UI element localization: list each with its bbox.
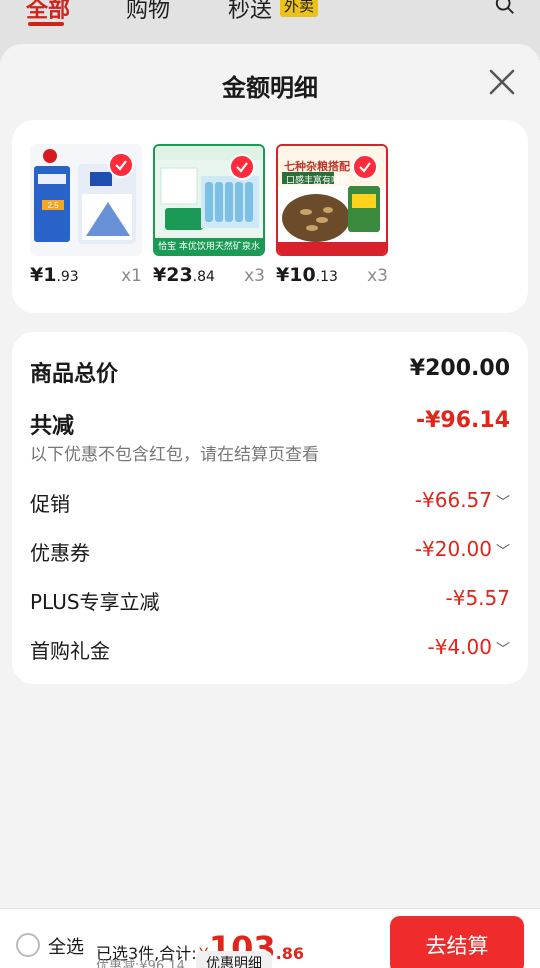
product-item-nuts[interactable]: 七种杂粮搭配 口感丰富有嚼劲 ¥10.13 x3 (276, 144, 388, 286)
close-icon[interactable] (488, 68, 516, 96)
first-purchase-label: 首购礼金 (30, 639, 110, 663)
discount-note: 以下优惠不包含红包，请在结算页查看 (30, 445, 319, 465)
nuts-promo-subtext: 口感丰富有嚼劲 (286, 176, 350, 186)
promotion-label: 促销 (30, 492, 70, 516)
discount-detail-chip[interactable]: 优惠明细 (196, 951, 272, 968)
product-quantity: x3 (367, 266, 388, 286)
svg-text:2.5: 2.5 (47, 201, 59, 210)
product-selected-check-icon[interactable] (352, 154, 378, 180)
promotion-value: -¥66.57 (414, 488, 492, 512)
coupon-value: -¥20.00 (414, 537, 492, 561)
product-price: ¥23.84 (153, 264, 215, 286)
select-all-label[interactable]: 全选 (48, 933, 84, 959)
nuts-promo-text: 七种杂粮搭配 (284, 160, 350, 173)
water-banner-text: 恰宝 本优饮用天然矿泉水 (158, 242, 260, 252)
product-quantity: x1 (121, 266, 142, 286)
salt-product-image: 2.5 (30, 144, 142, 256)
promotion-value-group: -¥66.57 ﹀ (415, 488, 510, 512)
product-price: ¥1.93 (30, 264, 79, 286)
product-item-salt[interactable]: 2.5 ¥1.93 x1 (30, 144, 142, 286)
product-item-water[interactable]: 恰宝 本优饮用天然矿泉水 ¥23.84 x3 (153, 144, 265, 286)
amount-detail-sheet: 金额明细 2.5 ¥1.93 x1 恰宝 本优饮用天然矿泉水 ¥23.84 x3… (0, 44, 540, 968)
chevron-down-icon[interactable]: ﹀ (496, 492, 510, 512)
checkout-button[interactable]: 去结算 (390, 916, 524, 968)
chevron-down-icon[interactable]: ﹀ (496, 541, 510, 561)
first-purchase-value-group: -¥4.00 ﹀ (428, 635, 510, 659)
selected-products-card: 2.5 ¥1.93 x1 恰宝 本优饮用天然矿泉水 ¥23.84 x3 七种杂粮… (12, 120, 528, 313)
coupon-value-group: -¥20.00 ﹀ (415, 537, 510, 561)
product-quantity: x3 (244, 266, 265, 286)
mixed-nuts-image: 七种杂粮搭配 口感丰富有嚼劲 (276, 144, 388, 256)
saved-amount-text: 优惠减:¥96.14 (96, 959, 185, 968)
total-price-label: 商品总价 (30, 362, 119, 387)
chevron-down-icon[interactable]: ﹀ (496, 639, 510, 659)
coupon-label: 优惠券 (30, 541, 90, 565)
select-all-radio[interactable] (16, 933, 40, 957)
sheet-title: 金额明细 (222, 74, 318, 102)
price-detail-card: 商品总价 ¥200.00 共减 -¥96.14 以下优惠不包含红包，请在结算页查… (12, 332, 528, 684)
product-selected-check-icon[interactable] (108, 152, 134, 178)
total-price-value: ¥200.00 (409, 356, 510, 381)
first-purchase-value: -¥4.00 (427, 635, 492, 659)
total-amount-decimal: .86 (275, 944, 304, 963)
total-reduce-value: -¥96.14 (415, 408, 510, 433)
plus-reduce-label: PLUS专享立减 (30, 590, 160, 614)
product-price: ¥10.13 (276, 264, 338, 286)
checkout-bar: 全选 已选3件,合计:¥103.86 优惠减:¥96.14 优惠明细 去结算 (0, 908, 540, 968)
product-selected-check-icon[interactable] (229, 154, 255, 180)
total-reduce-label: 共减 (30, 414, 75, 439)
plus-reduce-value: -¥5.57 (445, 586, 510, 610)
mineral-water-image: 恰宝 本优饮用天然矿泉水 (153, 144, 265, 256)
